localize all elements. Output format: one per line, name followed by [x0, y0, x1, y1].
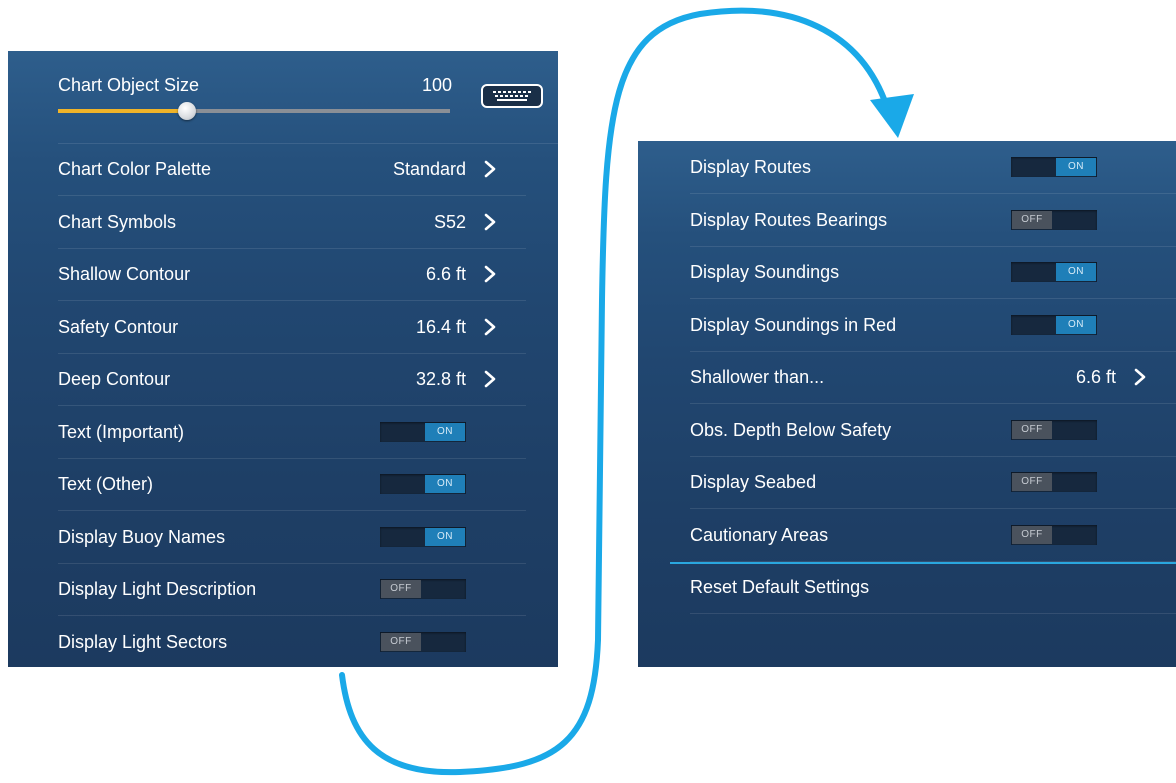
- row-label: Text (Other): [58, 474, 154, 494]
- chart-object-size-value: 100: [421, 75, 452, 95]
- row-label: Deep Contour: [58, 369, 171, 389]
- row-display-soundings: Display Soundings ON: [690, 246, 1176, 299]
- row-label: Shallower than...: [690, 367, 825, 387]
- toggle-switch[interactable]: ON: [1011, 157, 1097, 177]
- chevron-right-icon: [484, 265, 496, 283]
- toggle-state: OFF: [1012, 473, 1052, 491]
- section-divider: [670, 562, 1176, 564]
- toggle-state: ON: [1056, 315, 1096, 334]
- row-label: Display Light Sectors: [58, 631, 228, 652]
- toggle-state: OFF: [1012, 525, 1052, 544]
- toggle-switch[interactable]: OFF: [380, 631, 466, 652]
- chart-settings-panel-right: Display Routes ON Display Routes Bearings O…: [638, 141, 1176, 667]
- row-label: Display Soundings: [690, 262, 840, 282]
- row-display-buoy-names: Display Buoy Names ON: [58, 511, 526, 564]
- row-label: Display Routes: [690, 157, 812, 177]
- toggle-switch[interactable]: OFF: [1011, 419, 1097, 440]
- toggle-switch[interactable]: ON: [380, 526, 466, 547]
- keyboard-icon: [493, 91, 531, 101]
- toggle-state: OFF: [1012, 420, 1052, 439]
- row-display-routes: Display Routes ON: [690, 141, 1176, 194]
- chevron-right-icon: [484, 213, 496, 230]
- row-text-important: Text (Important) ON: [58, 406, 526, 459]
- toggle-state: ON: [425, 475, 465, 493]
- chart-object-size-slider[interactable]: [58, 102, 450, 120]
- keyboard-button[interactable]: [481, 84, 543, 108]
- continuation-arrow-head: [870, 94, 914, 138]
- row-display-routes-bearings: Display Routes Bearings OFF: [690, 194, 1176, 247]
- toggle-state: OFF: [1012, 210, 1052, 229]
- toggle-switch[interactable]: ON: [380, 474, 466, 494]
- row-label: Display Buoy Names: [58, 526, 226, 547]
- row-label: Safety Contour: [58, 316, 179, 337]
- row-text-other: Text (Other) ON: [58, 458, 526, 511]
- toggle-switch[interactable]: OFF: [1011, 524, 1097, 545]
- row-label: Chart Color Palette: [58, 159, 212, 179]
- toggle-switch[interactable]: ON: [380, 421, 466, 442]
- toggle-switch[interactable]: ON: [1011, 314, 1097, 335]
- row-value: 32.8 ft: [415, 369, 466, 389]
- row-label: Display Seabed: [690, 472, 817, 492]
- slider-thumb[interactable]: [178, 102, 197, 120]
- chevron-right-icon: [484, 318, 496, 335]
- toggle-switch[interactable]: OFF: [380, 579, 466, 599]
- row-label: Obs. Depth Below Safety: [690, 419, 892, 440]
- row-value: 6.6 ft: [1075, 367, 1116, 387]
- row-display-seabed: Display Seabed OFF: [690, 456, 1176, 509]
- chart-object-size-row: Chart Object Size 100: [58, 51, 558, 144]
- row-display-soundings-in-red: Display Soundings in Red ON: [690, 299, 1176, 352]
- row-shallow-contour[interactable]: Shallow Contour 6.6 ft: [58, 248, 526, 301]
- row-shallower-than[interactable]: Shallower than... 6.6 ft: [690, 351, 1176, 404]
- chart-object-size-label: Chart Object Size: [58, 75, 200, 95]
- chart-settings-panel-left: Chart Object Size 100 Chart Color Palett…: [8, 51, 558, 667]
- row-safety-contour[interactable]: Safety Contour 16.4 ft: [58, 301, 526, 354]
- row-chart-color-palette[interactable]: Chart Color Palette Standard: [58, 143, 526, 196]
- row-label: Display Light Description: [58, 579, 257, 599]
- toggle-state: OFF: [381, 632, 421, 651]
- row-deep-contour[interactable]: Deep Contour 32.8 ft: [58, 353, 526, 406]
- row-label: Reset Default Settings: [690, 577, 870, 597]
- chevron-right-icon: [484, 370, 496, 388]
- row-label: Display Soundings in Red: [690, 314, 897, 335]
- chevron-right-icon: [484, 160, 496, 178]
- row-display-light-description: Display Light Description OFF: [58, 563, 526, 616]
- slider-fill: [58, 109, 188, 113]
- row-value: S52: [433, 211, 466, 232]
- row-value: 16.4 ft: [415, 316, 466, 337]
- chevron-right-icon: [1134, 368, 1146, 386]
- row-label: Shallow Contour: [58, 264, 191, 284]
- toggle-switch[interactable]: ON: [1011, 262, 1097, 282]
- toggle-state: ON: [425, 422, 465, 441]
- toggle-state: ON: [1056, 158, 1096, 176]
- toggle-state: OFF: [381, 580, 421, 598]
- row-reset-default-settings[interactable]: Reset Default Settings: [690, 561, 1176, 614]
- toggle-state: ON: [425, 527, 465, 546]
- row-label: Cautionary Areas: [690, 524, 829, 545]
- row-value: Standard: [392, 159, 466, 179]
- toggle-switch[interactable]: OFF: [1011, 209, 1097, 230]
- row-value: 6.6 ft: [425, 264, 466, 284]
- row-label: Display Routes Bearings: [690, 209, 888, 230]
- row-cautionary-areas: Cautionary Areas OFF: [690, 509, 1176, 562]
- row-label: Chart Symbols: [58, 211, 177, 232]
- row-display-light-sectors: Display Light Sectors OFF: [58, 616, 526, 668]
- row-chart-symbols[interactable]: Chart Symbols S52: [58, 196, 526, 249]
- row-label: Text (Important): [58, 421, 185, 442]
- toggle-switch[interactable]: OFF: [1011, 472, 1097, 492]
- screenshot-page: Chart Object Size 100 Chart Color Palett…: [0, 0, 1176, 783]
- toggle-state: ON: [1056, 263, 1096, 281]
- row-obs-depth-below-safety: Obs. Depth Below Safety OFF: [690, 404, 1176, 457]
